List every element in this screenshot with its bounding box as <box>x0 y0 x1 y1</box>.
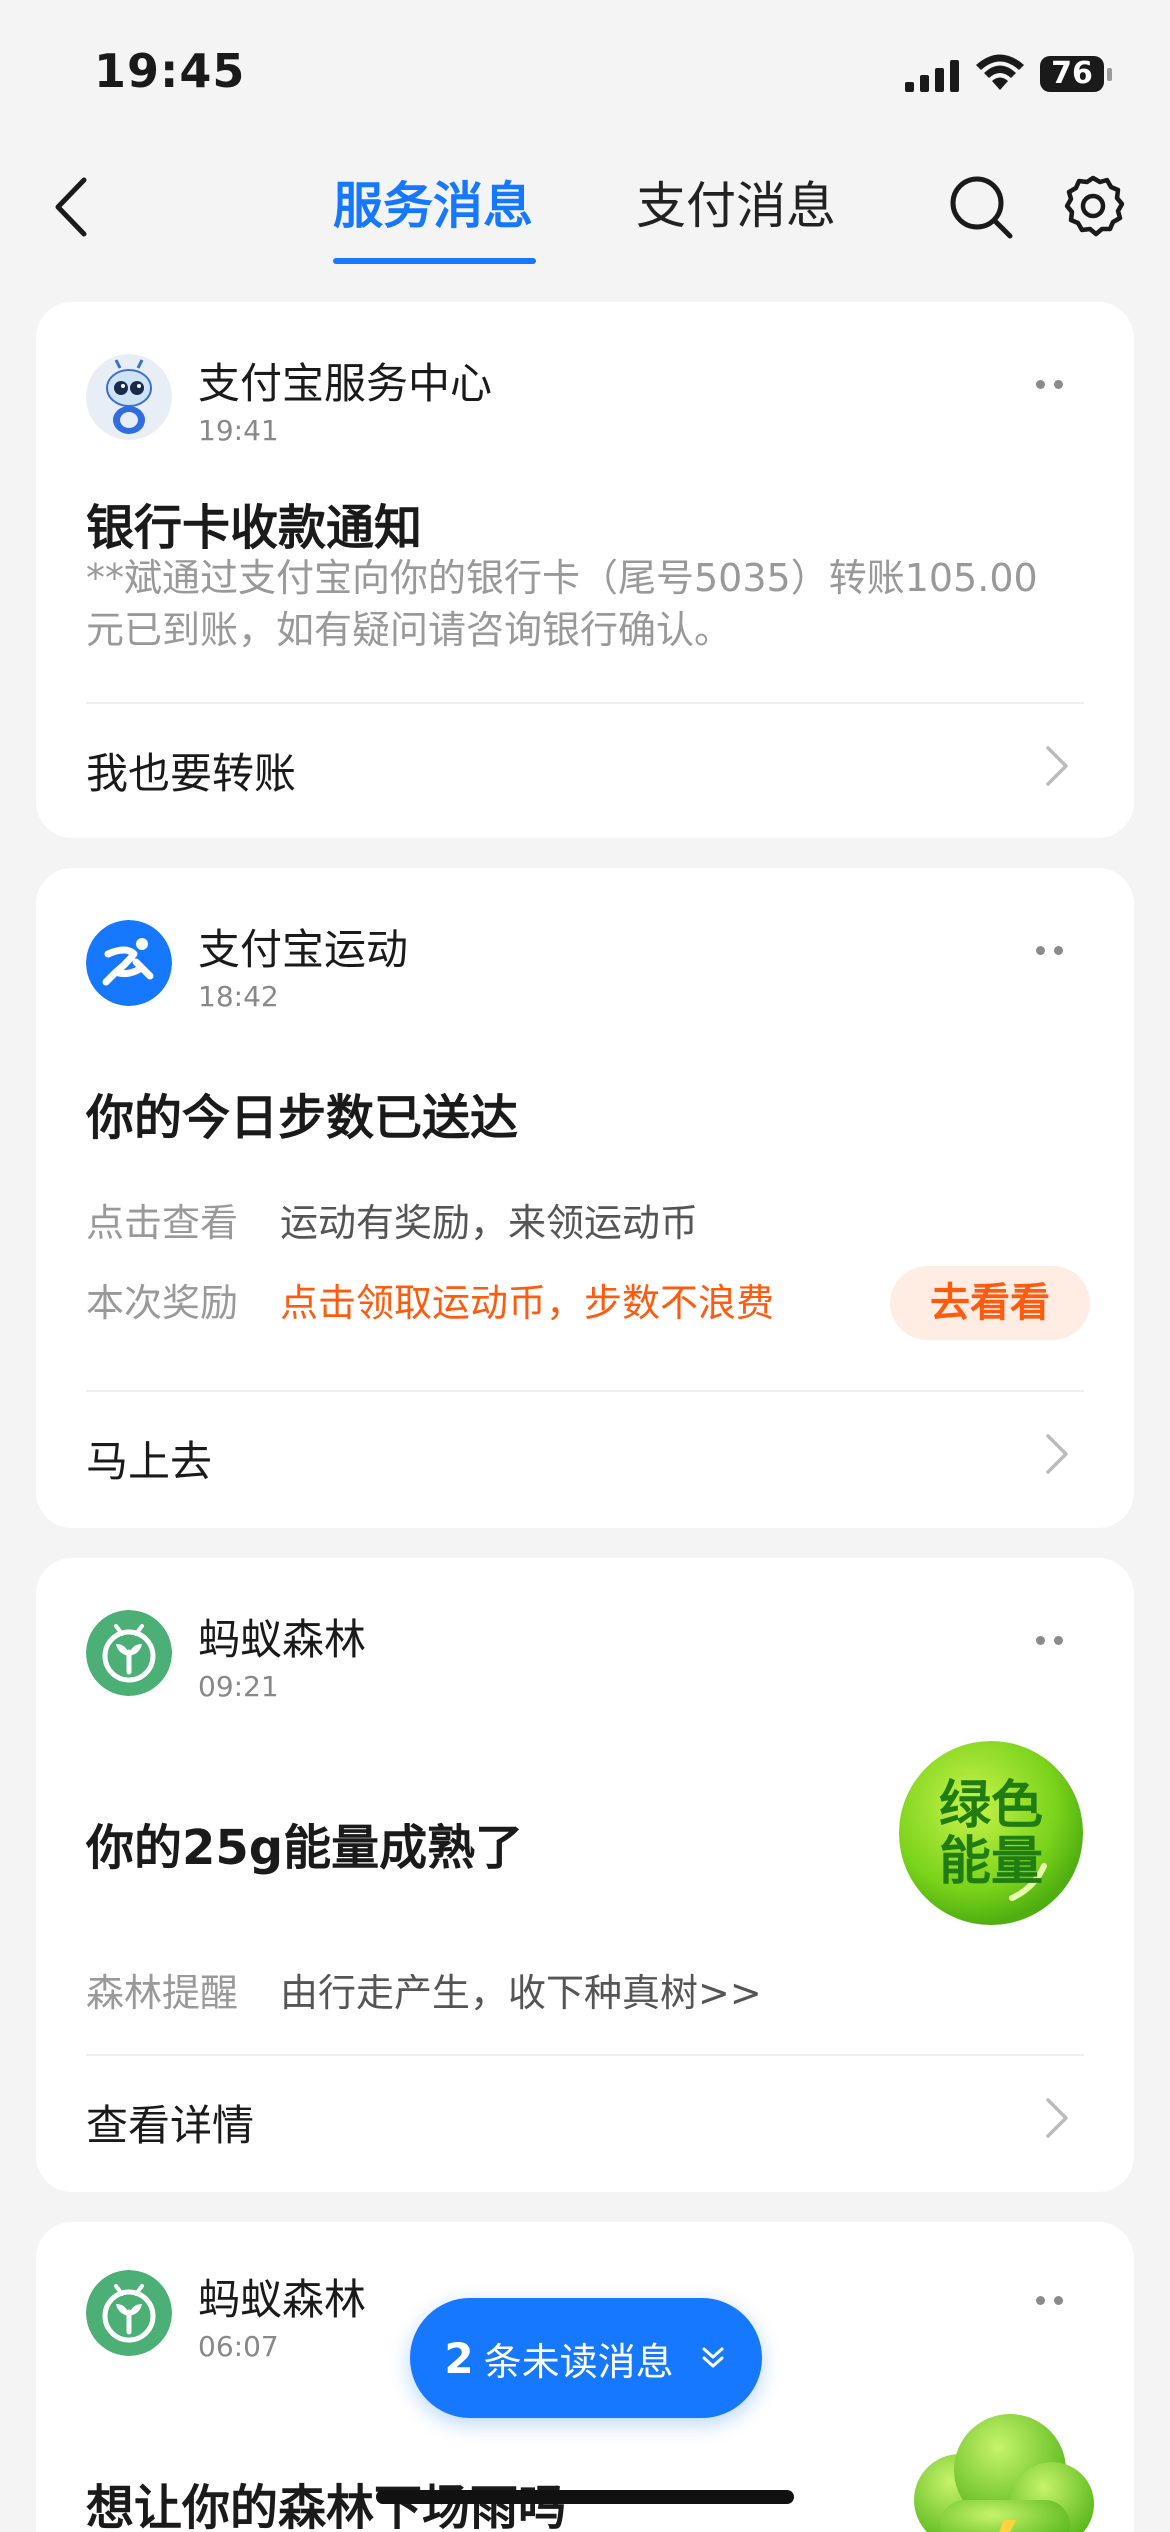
more-options-button[interactable] <box>1026 1630 1072 1650</box>
alipay-service-avatar <box>86 354 172 440</box>
chevron-right-icon <box>1046 1434 1068 1474</box>
back-button[interactable] <box>40 175 100 239</box>
action-label: 我也要转账 <box>86 749 297 798</box>
chevron-right-icon <box>1046 746 1068 786</box>
action-label: 马上去 <box>86 1437 213 1486</box>
chevron-right-icon <box>1046 2098 1068 2138</box>
action-label: 查看详情 <box>86 2101 255 2150</box>
search-icon[interactable] <box>946 172 1016 242</box>
page: 19:45 76 服务消息 支付消息 支付宝服务中心 19:41 银行卡收款通知… <box>0 0 1170 2532</box>
detail-key: 森林提醒 <box>86 1971 239 2015</box>
detail-row: 森林提醒 由行走产生，收下种真树>> <box>86 1956 1086 2016</box>
ant-forest-sprout-icon <box>86 1610 172 1696</box>
message-time: 06:07 <box>198 2330 279 2363</box>
battery-icon: 76 <box>1040 56 1114 94</box>
go-now-action-row[interactable]: 马上去 <box>36 1392 1134 1512</box>
unread-label: 条未读消息 <box>483 2339 674 2384</box>
signal-icon <box>905 60 959 92</box>
message-card[interactable]: 支付宝服务中心 19:41 银行卡收款通知 **斌通过支付宝向你的银行卡（尾号5… <box>36 302 1134 838</box>
detail-key: 点击查看 <box>86 1201 239 1245</box>
message-time: 18:42 <box>198 980 279 1013</box>
active-tab-indicator <box>333 258 536 264</box>
sender-name: 蚂蚁森林 <box>198 1615 367 1664</box>
more-options-button[interactable] <box>1026 2290 1072 2310</box>
green-energy-badge[interactable]: 绿色 能量 <box>896 1738 1086 1928</box>
detail-value: 运动有奖励，来领运动币 <box>280 1201 699 1245</box>
running-figure-icon <box>86 920 172 1006</box>
home-indicator[interactable] <box>376 2490 794 2504</box>
battery-level: 76 <box>1040 56 1104 92</box>
status-bar: 19:45 76 <box>0 0 1170 150</box>
message-title: 银行卡收款通知 <box>86 500 423 556</box>
detail-row: 点击查看 运动有奖励，来领运动币 <box>86 1186 1086 1246</box>
ant-forest-avatar <box>86 2270 172 2356</box>
wifi-icon <box>976 54 1024 90</box>
sender-name: 支付宝运动 <box>198 925 409 974</box>
message-time: 09:21 <box>198 1670 279 1703</box>
more-options-button[interactable] <box>1026 940 1072 960</box>
energy-badge-line1: 绿色 <box>938 1776 1043 1836</box>
sender-name: 蚂蚁森林 <box>198 2275 367 2324</box>
message-title: 你的今日步数已送达 <box>86 1090 519 1146</box>
message-card[interactable]: 蚂蚁森林 09:21 你的25g能量成熟了 绿色 能量 森林提醒 由行走产生，收… <box>36 1558 1134 2192</box>
message-body: **斌通过支付宝向你的银行卡（尾号5035）转账105.00元已到账，如有疑问请… <box>86 556 1038 652</box>
rain-cloud-icon <box>914 2414 1094 2532</box>
energy-badge-line2: 能量 <box>938 1832 1043 1892</box>
message-time: 19:41 <box>198 414 279 447</box>
double-chevron-down-icon <box>702 2347 724 2368</box>
detail-value: 由行走产生，收下种真树>> <box>280 1971 762 2015</box>
reward-link[interactable]: 点击领取运动币，步数不浪费 <box>280 1272 774 1327</box>
ant-forest-avatar <box>86 1610 172 1696</box>
message-card[interactable]: 支付宝运动 18:42 你的今日步数已送达 点击查看 运动有奖励，来领运动币 本… <box>36 868 1134 1528</box>
ant-forest-sprout-icon <box>86 2270 172 2356</box>
gear-icon[interactable] <box>1058 172 1128 242</box>
view-details-action-row[interactable]: 查看详情 <box>36 2056 1134 2176</box>
message-title: 你的25g能量成熟了 <box>86 1820 524 1876</box>
alipay-sports-avatar <box>86 920 172 1006</box>
status-time: 19:45 <box>94 44 246 98</box>
transfer-action-row[interactable]: 我也要转账 <box>36 704 1134 824</box>
more-options-button[interactable] <box>1026 374 1072 394</box>
tab-payment-messages[interactable]: 支付消息 <box>636 174 836 238</box>
sender-name: 支付宝服务中心 <box>198 359 493 408</box>
unread-messages-button[interactable]: 2 条未读消息 <box>410 2298 762 2418</box>
battery-cap <box>1107 68 1112 81</box>
tab-service-messages[interactable]: 服务消息 <box>333 174 533 238</box>
unread-count: 2 <box>444 2333 474 2383</box>
detail-key: 本次奖励 <box>86 1281 239 1325</box>
go-see-button[interactable]: 去看看 <box>890 1266 1090 1340</box>
energy-badge-text: 绿色 能量 <box>896 1778 1086 1890</box>
back-arrow-icon <box>55 177 87 237</box>
nav-bar: 服务消息 支付消息 <box>0 150 1170 280</box>
robot-mascot-icon <box>86 354 172 440</box>
